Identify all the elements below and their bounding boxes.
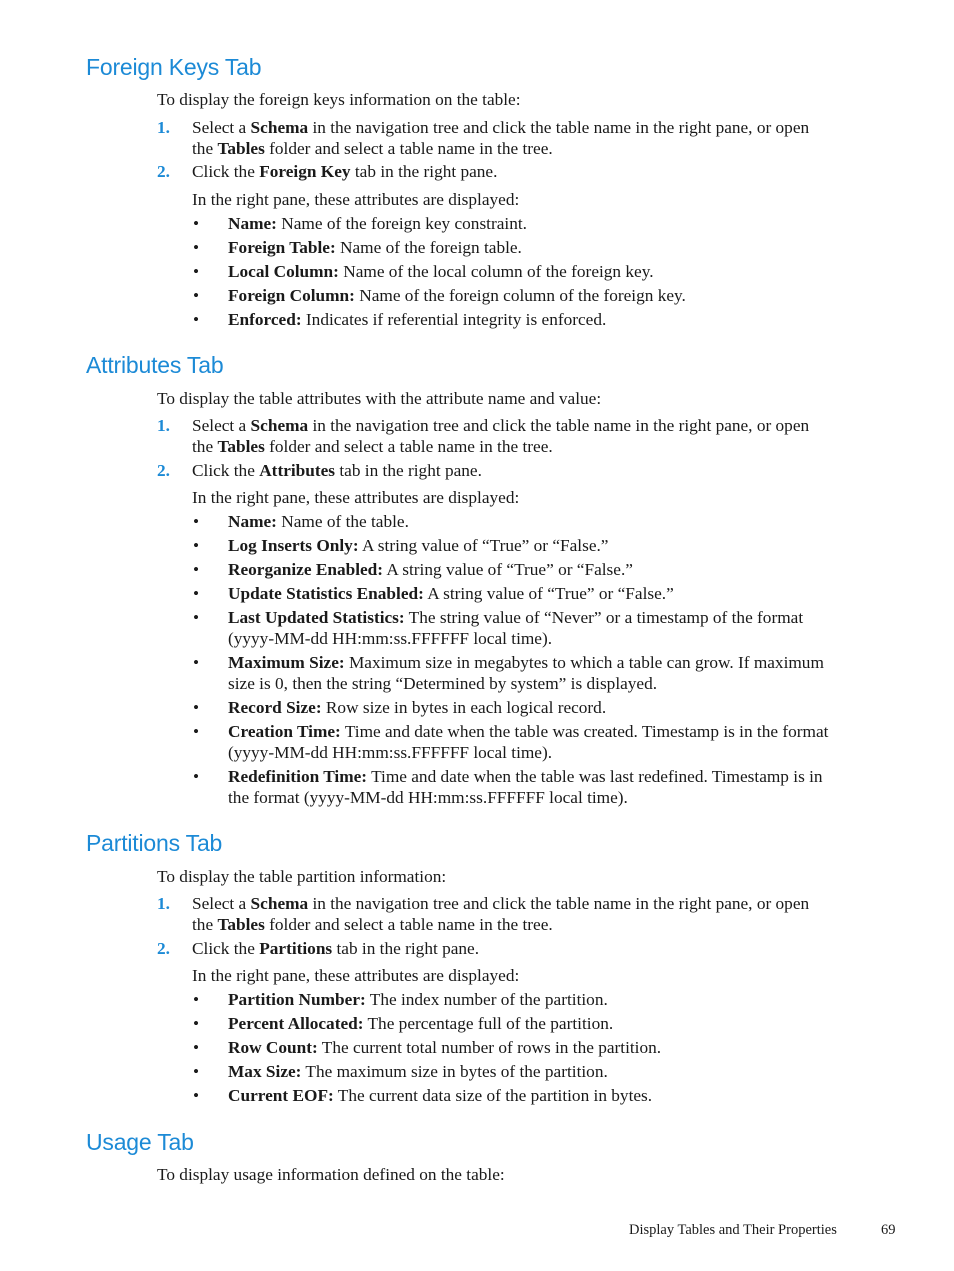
step-number: 1. <box>157 118 170 137</box>
step-item: 2. Click the Attributes tab in the right… <box>157 461 482 480</box>
bullet-icon: • <box>193 608 200 627</box>
section-heading-foreign-keys: Foreign Keys Tab <box>86 54 262 80</box>
list-item: • Foreign Table: Name of the foreign tabl… <box>193 238 522 257</box>
list-item: • Current EOF: The current data size of t… <box>193 1086 653 1105</box>
step-item: 2. Click the Foreign Key tab in the righ… <box>157 162 498 181</box>
bullet-icon: • <box>193 653 200 672</box>
bullet-icon: • <box>193 262 200 281</box>
list-item: • Enforced: Indicates if referential inte… <box>193 310 607 329</box>
bullet-icon: • <box>193 238 200 257</box>
step-number: 1. <box>157 416 170 435</box>
section-intro: To display the table attributes with the… <box>157 389 602 408</box>
list-item: • Max Size: The maximum size in bytes of … <box>193 1062 608 1081</box>
section-intro: To display the table partition informati… <box>157 867 447 886</box>
footer-chapter-title: Display Tables and Their Properties <box>629 1222 837 1238</box>
list-item: • Foreign Column: Name of the foreign col… <box>193 286 686 305</box>
bullet-icon: • <box>193 286 200 305</box>
bullet-icon: • <box>193 1038 200 1057</box>
bullet-icon: • <box>193 214 200 233</box>
step-item: 1. Select a Schema in the navigation tre… <box>157 416 810 456</box>
list-item: • Creation Time: Time and date when the t… <box>193 722 829 762</box>
section-heading-usage: Usage Tab <box>86 1129 194 1155</box>
list-item: • Redefinition Time: Time and date when t… <box>193 767 823 807</box>
bullet-icon: • <box>193 512 200 531</box>
list-item: • Partition Number: The index number of t… <box>193 990 608 1009</box>
bullet-icon: • <box>193 767 200 786</box>
list-item: • Percent Allocated: The percentage full … <box>193 1014 614 1033</box>
bullet-icon: • <box>193 990 200 1009</box>
bullet-icon: • <box>193 560 200 579</box>
list-item: • Reorganize Enabled: A string value of “… <box>193 560 633 579</box>
bullet-icon: • <box>193 1062 200 1081</box>
section-intro: To display usage information defined on … <box>157 1165 505 1184</box>
attributes-intro: In the right pane, these attributes are … <box>192 190 520 209</box>
attributes-intro: In the right pane, these attributes are … <box>192 966 520 985</box>
step-item: 2. Click the Partitions tab in the right… <box>157 939 480 958</box>
list-item: • Name: Name of the table. <box>193 512 409 531</box>
bullet-icon: • <box>193 722 200 741</box>
step-number: 2. <box>157 162 170 181</box>
list-item: • Local Column: Name of the local column … <box>193 262 654 281</box>
bullet-icon: • <box>193 310 200 329</box>
bullet-icon: • <box>193 698 200 717</box>
page-number: 69 <box>881 1222 896 1238</box>
bullet-icon: • <box>193 536 200 555</box>
section-intro: To display the foreign keys information … <box>157 90 521 109</box>
step-number: 2. <box>157 461 170 480</box>
step-number: 1. <box>157 894 170 913</box>
list-item: • Log Inserts Only: A string value of “Tr… <box>193 536 609 555</box>
list-item: • Last Updated Statistics: The string val… <box>193 608 804 648</box>
list-item: • Record Size: Row size in bytes in each … <box>193 698 607 717</box>
list-item: • Row Count: The current total number of … <box>193 1038 662 1057</box>
list-item: • Name: Name of the foreign key constrain… <box>193 214 527 233</box>
bullet-icon: • <box>193 1014 200 1033</box>
step-item: 1. Select a Schema in the navigation tre… <box>157 118 810 158</box>
list-item: • Update Statistics Enabled: A string val… <box>193 584 674 603</box>
section-heading-partitions: Partitions Tab <box>86 830 223 856</box>
bullet-icon: • <box>193 584 200 603</box>
step-item: 1. Select a Schema in the navigation tre… <box>157 894 810 934</box>
list-item: • Maximum Size: Maximum size in megabytes… <box>193 653 824 693</box>
document-page: Foreign Keys Tab To display the foreign … <box>0 0 954 1271</box>
section-heading-attributes: Attributes Tab <box>86 352 224 378</box>
attributes-intro: In the right pane, these attributes are … <box>192 488 520 507</box>
bullet-icon: • <box>193 1086 200 1105</box>
step-number: 2. <box>157 939 170 958</box>
